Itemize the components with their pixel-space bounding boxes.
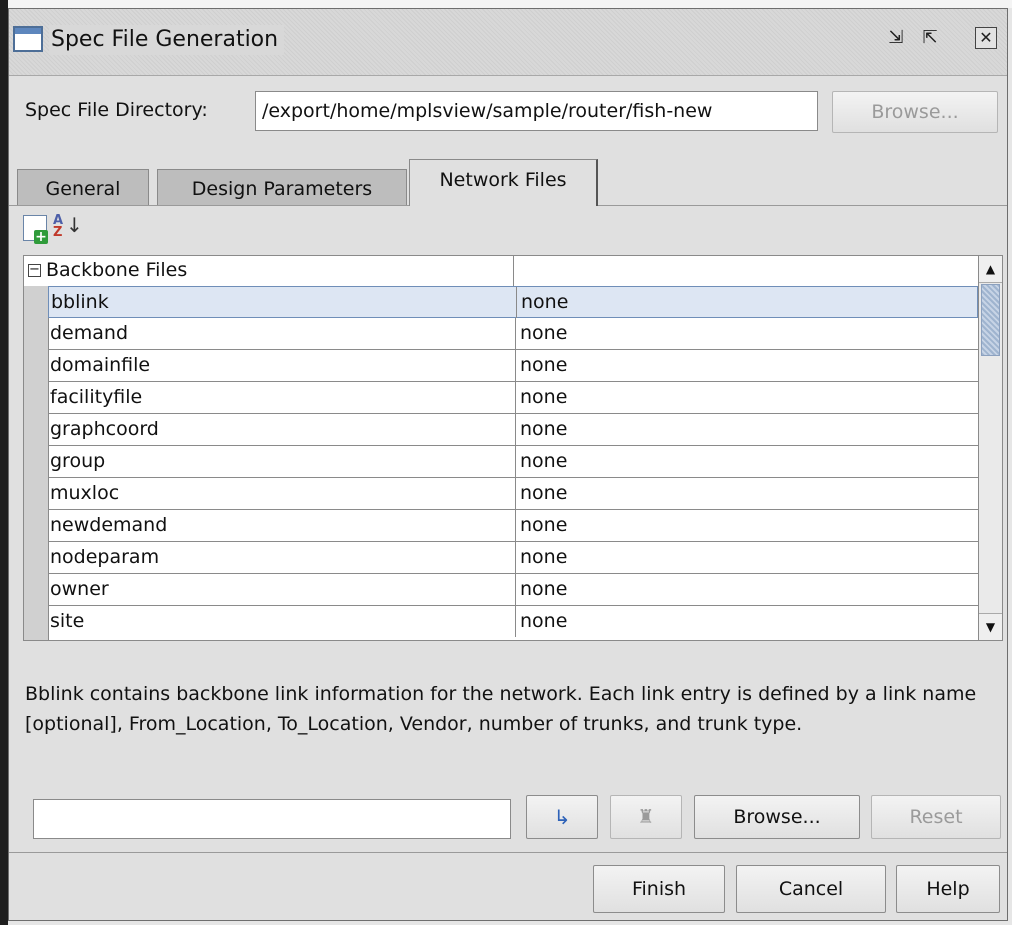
file-value[interactable]: none (515, 350, 978, 381)
footer-divider (9, 852, 1007, 853)
file-name: site (50, 610, 85, 632)
clear-brush-icon[interactable]: ♜ (610, 795, 682, 839)
file-value[interactable]: none (515, 414, 978, 445)
table-row[interactable]: muxloc none (48, 478, 978, 510)
scroll-thumb[interactable] (981, 284, 1000, 356)
file-browse-button[interactable]: Browse... (694, 795, 860, 839)
vertical-scrollbar[interactable]: ▲ ▼ (978, 256, 1002, 640)
table-row[interactable]: demand none (48, 318, 978, 350)
group-label: Backbone Files (46, 259, 188, 281)
spec-file-generation-dialog: Spec File Generation ⇲ ⇱ ✕ Spec File Dir… (8, 8, 1008, 921)
row-gutter (24, 286, 49, 640)
table-row[interactable]: newdemand none (48, 510, 978, 542)
tab-general[interactable]: General (17, 169, 149, 205)
directory-browse-button[interactable]: Browse... (832, 91, 998, 133)
file-value[interactable]: none (515, 606, 978, 637)
file-name: bblink (51, 291, 109, 313)
table-row[interactable]: bblink none (48, 286, 978, 318)
title-bar[interactable]: Spec File Generation ⇲ ⇱ ✕ (9, 9, 1007, 76)
table-row[interactable]: graphcoord none (48, 414, 978, 446)
close-icon[interactable]: ✕ (975, 27, 997, 49)
spec-directory-row: Spec File Directory: /export/home/mplsvi… (9, 75, 1007, 163)
screen-edge-left (0, 0, 8, 925)
file-value-input[interactable] (33, 799, 511, 839)
file-name: nodeparam (50, 546, 160, 568)
table-row[interactable]: facilityfile none (48, 382, 978, 414)
file-value[interactable]: none (515, 574, 978, 605)
file-value[interactable]: none (515, 542, 978, 573)
finish-button[interactable]: Finish (593, 865, 725, 913)
table-row[interactable]: domainfile none (48, 350, 978, 382)
table-row[interactable]: group none (48, 446, 978, 478)
file-name: graphcoord (50, 418, 159, 440)
table-group-header: − Backbone Files (24, 256, 978, 287)
tab-bar: General Design Parameters Network Files (9, 159, 1007, 206)
tab-network-files[interactable]: Network Files (409, 159, 598, 206)
table-row[interactable]: site none (48, 606, 978, 638)
file-name: muxloc (50, 482, 120, 504)
new-file-icon[interactable] (23, 215, 48, 244)
collapse-icon[interactable]: − (28, 263, 41, 277)
sort-az-icon[interactable]: A Z ↓ (53, 214, 83, 241)
file-value[interactable]: none (515, 318, 978, 349)
file-value[interactable]: none (516, 287, 979, 318)
file-value[interactable]: none (515, 446, 978, 477)
file-name: owner (50, 578, 109, 600)
file-name: facilityfile (50, 386, 143, 408)
help-button[interactable]: Help (896, 865, 1000, 913)
screen-edge-top (0, 0, 1012, 8)
table-row[interactable]: owner none (48, 574, 978, 606)
apply-arrow-icon[interactable]: ↳ (526, 795, 598, 839)
file-name: demand (50, 322, 129, 344)
file-name: newdemand (50, 514, 168, 536)
window-icon (13, 26, 43, 52)
file-description: Bblink contains backbone link informatio… (25, 683, 977, 735)
reset-button[interactable]: Reset (871, 795, 1001, 839)
header-divider (513, 256, 514, 286)
file-value[interactable]: none (515, 382, 978, 413)
network-files-table: − Backbone Files bblink none demand none… (23, 255, 1003, 641)
file-name: group (50, 450, 106, 472)
spec-directory-label: Spec File Directory: (25, 99, 208, 121)
tab-design-parameters[interactable]: Design Parameters (157, 169, 407, 205)
scroll-up-icon[interactable]: ▲ (979, 256, 1002, 283)
maximize-icon[interactable]: ⇱ (919, 27, 941, 49)
minimize-icon[interactable]: ⇲ (885, 27, 907, 49)
spec-directory-field[interactable]: /export/home/mplsview/sample/router/fish… (255, 91, 818, 131)
file-value[interactable]: none (515, 478, 978, 509)
file-name: domainfile (50, 354, 151, 376)
window-title: Spec File Generation (49, 25, 285, 55)
scroll-down-icon[interactable]: ▼ (979, 613, 1002, 640)
table-row[interactable]: nodeparam none (48, 542, 978, 574)
file-value[interactable]: none (515, 510, 978, 541)
cancel-button[interactable]: Cancel (736, 865, 886, 913)
